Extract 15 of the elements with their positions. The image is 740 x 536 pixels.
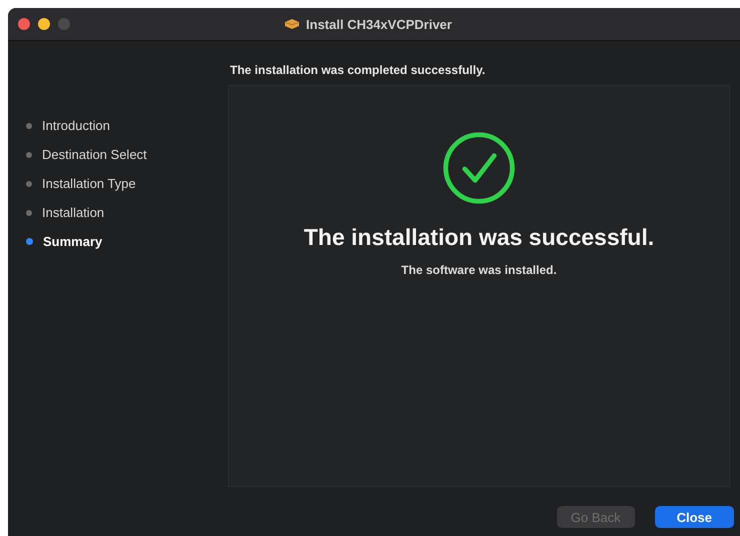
zoom-window-icon [58,18,70,30]
checkmark-circle-icon [441,130,517,206]
step-label: Destination Select [42,147,147,162]
step-label: Introduction [42,118,110,133]
close-button[interactable]: Close [654,506,734,528]
step-label: Installation Type [42,176,136,191]
close-window-icon[interactable] [18,18,30,30]
step-label: Summary [43,234,102,249]
package-icon [284,18,300,30]
step-label: Installation [42,205,104,220]
window-title: Install CH34xVCPDriver [306,16,452,32]
success-headline: The installation was successful. [304,224,654,251]
success-detail: The software was installed. [401,263,557,277]
status-heading: The installation was completed successfully. [230,63,486,77]
minimize-window-icon[interactable] [38,18,50,30]
